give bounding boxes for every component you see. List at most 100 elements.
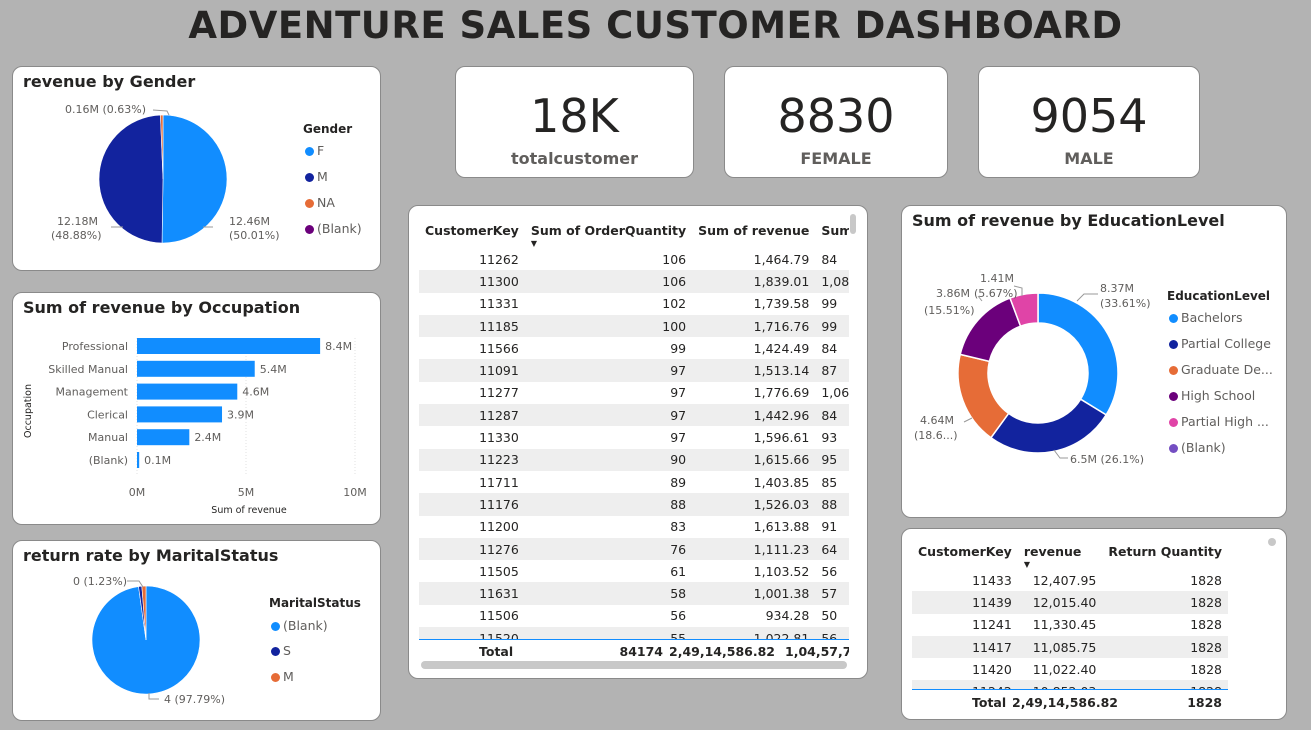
bar-manual[interactable] (137, 429, 190, 446)
return-table-card[interactable]: CustomerKey revenue ▼ Return Quantity 114… (901, 528, 1287, 720)
table-row[interactable]: 11241 11,330.45 1828 (912, 614, 1228, 636)
table-row[interactable]: 11417 11,085.75 1828 (912, 635, 1228, 659)
pie-label-f-pct: (50.01%) (229, 229, 280, 242)
bar-professional[interactable] (137, 338, 321, 354)
table-row[interactable]: 1124210,852.031828 (912, 680, 1228, 689)
legend-item-partial-college[interactable]: Partial College (1169, 336, 1271, 351)
table-cell: 64 (815, 537, 849, 561)
table-cell: 1,596.61 (753, 430, 810, 446)
pie-label-na: 0.16M (0.63%) (65, 103, 146, 116)
table-row[interactable]: 11439 12,015.40 1828 (912, 591, 1228, 614)
customer-table-viewport[interactable]: CustomerKey Sum of OrderQuantity ▼ Sum of… (419, 212, 849, 640)
vertical-scrollbar[interactable] (850, 214, 856, 234)
table-cell: 106 (524, 270, 693, 293)
gender-pie-card[interactable]: revenue by Gender 0.16M (0.63%) 12.46M (… (12, 66, 381, 271)
legend-item-blank[interactable]: (Blank) (305, 221, 362, 236)
col-header-customerkey[interactable]: CustomerKey (912, 533, 1018, 569)
customer-table-card[interactable]: CustomerKey Sum of OrderQuantity ▼ Sum of… (408, 205, 868, 679)
table-row[interactable]: 11277 97 1,776.69 1,06 (419, 382, 849, 404)
legend-item-high-school[interactable]: High School (1169, 388, 1255, 403)
total-orderquantity: 84174 (619, 644, 664, 659)
table-row[interactable]: 11505 61 1,103.52 56 (419, 560, 849, 582)
table-row[interactable]: 11176 88 1,526.03 88 (419, 493, 849, 516)
education-donut-card[interactable]: Sum of revenue by EducationLevel 8.37M (… (901, 205, 1287, 518)
bar-management[interactable] (137, 383, 238, 400)
education-slice-partial-college[interactable] (989, 398, 1108, 454)
total-revenue: 2,49,14,586.82 (1012, 695, 1118, 710)
legend-item-s[interactable]: S (271, 643, 291, 658)
table-row[interactable]: 11262 106 1,464.79 84 (419, 248, 849, 270)
table-row[interactable]: 11631 58 1,001.38 57 (419, 582, 849, 605)
legend-item-f[interactable]: F (305, 143, 324, 158)
table-cell: 11262 (479, 251, 519, 267)
table-row[interactable]: 11300 106 1,839.01 1,08 (419, 270, 849, 293)
legend-item-blank[interactable]: (Blank) (271, 618, 328, 633)
table-row[interactable]: 11276 76 1,111.23 64 (419, 537, 849, 561)
table-row[interactable]: 11331 102 1,739.58 99 (419, 293, 849, 315)
col-header-revenue[interactable]: revenue ▼ (1018, 533, 1103, 570)
table-cell: 12,407.95 (1032, 572, 1097, 588)
table-cell: 11277 (479, 385, 519, 401)
table-row[interactable]: 11420 11,022.40 1828 (912, 658, 1228, 680)
table-row[interactable]: 11566 99 1,424.49 84 (419, 337, 849, 359)
marital-pie-card[interactable]: return rate by MaritalStatus 0 (1.23%) 4… (12, 540, 381, 721)
col-header-revenue[interactable]: Sum of revenue (692, 212, 815, 248)
bar-category-label: Professional (62, 340, 128, 353)
table-row[interactable]: 11711 89 1,403.85 85 (419, 471, 849, 493)
table-cell: 99 (821, 296, 838, 312)
dashboard-title: ADVENTURE SALES CUSTOMER DASHBOARD (188, 4, 1123, 47)
kpi-label: FEMALE (800, 149, 872, 168)
table-divider (419, 639, 849, 640)
donut-label-partial-high: 1.41M (980, 272, 1014, 285)
legend-item-bachelors[interactable]: Bachelors (1169, 310, 1243, 325)
table-cell: 50 (821, 608, 838, 624)
table-row[interactable]: 11185 100 1,716.76 99 (419, 314, 849, 338)
col-header-profit[interactable]: Sum of pr (815, 212, 849, 248)
kpi-card-male[interactable]: 9054 MALE (978, 66, 1200, 178)
table-cell: 99 (670, 340, 687, 356)
legend-item-na[interactable]: NA (305, 195, 335, 210)
vertical-scrollbar[interactable] (1268, 538, 1276, 546)
legend-label: Bachelors (1181, 310, 1243, 325)
occupation-bar-card[interactable]: Sum of revenue by Occupation Professiona… (12, 292, 381, 525)
table-cell: 1,06 (821, 385, 849, 401)
table-cell: 11276 (419, 537, 525, 561)
legend-item-m[interactable]: M (305, 169, 328, 184)
total-profit: 1,04,57,71 (785, 644, 849, 659)
table-cell: 11300 (419, 270, 525, 293)
kpi-card-female[interactable]: 8830 FEMALE (724, 66, 948, 178)
bar-clerical[interactable] (137, 406, 223, 423)
gender-slice-m[interactable] (98, 114, 164, 244)
leader-line (963, 417, 973, 423)
table-cell: 11433 (972, 572, 1012, 588)
bar-value-label: 0.1M (144, 454, 171, 467)
return-table-viewport[interactable]: CustomerKey revenue ▼ Return Quantity 114… (912, 533, 1228, 689)
education-slice-bachelors[interactable] (1037, 292, 1119, 416)
legend-item-partial-high[interactable]: Partial High ... (1169, 414, 1269, 429)
table-row[interactable]: 11223 90 1,615.66 95 (419, 448, 849, 471)
table-row[interactable]: 11200 83 1,613.88 91 (419, 516, 849, 538)
bar-blank[interactable] (137, 452, 140, 468)
pie-label-small: 0 (1.23%) (73, 575, 127, 588)
table-row[interactable]: 11330 97 1,596.61 93 (419, 426, 849, 448)
bar-skilled-manual[interactable] (137, 360, 255, 377)
legend-item-m[interactable]: M (271, 669, 294, 684)
table-row[interactable]: 11506 56 934.28 50 (419, 605, 849, 627)
table-cell: 89 (670, 474, 687, 490)
table-row[interactable]: 11091 97 1,513.14 87 (419, 359, 849, 382)
horizontal-scrollbar[interactable] (421, 661, 847, 669)
table-row[interactable]: 11287 97 1,442.96 84 (419, 404, 849, 427)
col-header-return-quantity[interactable]: Return Quantity (1102, 533, 1228, 569)
legend-item-graduate[interactable]: Graduate De... (1169, 362, 1273, 377)
col-header-orderquantity[interactable]: Sum of OrderQuantity ▼ (525, 212, 692, 249)
table-cell: 11631 (419, 582, 525, 605)
table-cell: 1,839.01 (692, 270, 816, 293)
gender-slice-f[interactable] (161, 114, 228, 244)
col-header-customerkey[interactable]: CustomerKey (419, 212, 525, 248)
table-cell: 11241 (972, 617, 1012, 633)
kpi-card-totalcustomer[interactable]: 18K totalcustomer (455, 66, 694, 178)
table-row[interactable]: 11433 12,407.95 1828 (912, 569, 1228, 591)
legend-item-blank[interactable]: (Blank) (1169, 440, 1226, 455)
x-tick-2: 10M (343, 486, 367, 499)
table-cell: 97 (524, 404, 693, 427)
